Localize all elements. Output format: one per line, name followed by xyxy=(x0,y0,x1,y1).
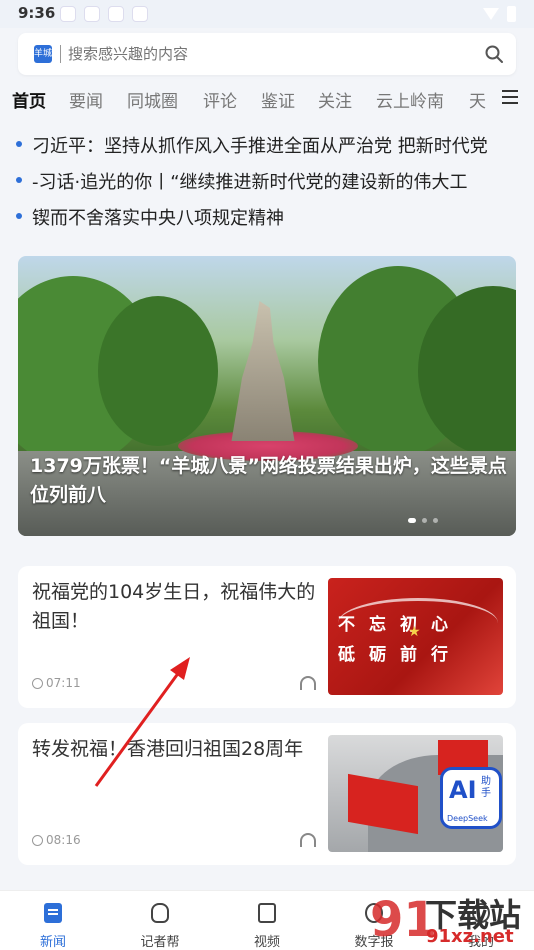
tab-news[interactable]: 要闻 xyxy=(69,87,103,112)
channel-tabs: 首页 要闻 同城圈 评论 鉴证 关注 云上岭南 天 xyxy=(0,82,534,116)
tab-lingnan[interactable]: 云上岭南 xyxy=(376,87,444,112)
tab-more-partial[interactable]: 天 xyxy=(469,87,486,112)
thumb-text: 不忘初心 xyxy=(338,615,462,635)
menu-icon[interactable] xyxy=(502,90,518,106)
site-watermark: 91 下载站 91xz.net xyxy=(370,892,522,948)
news-time: 07:11 xyxy=(32,676,81,690)
search-bar[interactable]: 羊城 xyxy=(18,33,516,75)
wifi-icon xyxy=(483,8,499,20)
clock-icon xyxy=(32,677,43,689)
headphone-icon[interactable] xyxy=(300,833,316,847)
headphone-icon[interactable] xyxy=(300,676,316,690)
headline-item[interactable]: 刁近平：坚持从抓作风入手推进全面从严治党 把新时代党 xyxy=(0,128,520,164)
banner-carousel[interactable]: 1379万张票！“羊城八景”网络投票结果出炉，这些景点位列前八 xyxy=(18,256,516,536)
news-thumbnail: AI 助手 DeepSeek xyxy=(328,735,503,852)
tab-follow[interactable]: 关注 xyxy=(318,87,352,112)
bullet-icon xyxy=(16,213,22,219)
news-title: 祝福党的104岁生日，祝福伟大的祖国！ xyxy=(32,581,316,632)
tab-city-circle[interactable]: 同城圈 xyxy=(127,87,178,112)
bullet-icon xyxy=(16,177,22,183)
app-notification-icon xyxy=(60,6,76,22)
app-logo-icon: 羊城 xyxy=(34,45,52,63)
app-notification-icon xyxy=(132,6,148,22)
headline-text: -习话·追光的你丨“继续推进新时代党的建设新的伟大工 xyxy=(32,172,468,193)
nav-news[interactable]: 新闻 xyxy=(8,891,98,950)
status-bar: 9:36 xyxy=(0,0,534,28)
notification-icons xyxy=(60,6,148,22)
news-time: 08:16 xyxy=(32,833,81,847)
headline-text: 刁近平：坚持从抓作风入手推进全面从严治党 把新时代党 xyxy=(32,136,488,157)
headline-item[interactable]: 锲而不舍落实中央八项规定精神 xyxy=(0,200,520,236)
nav-reporter-help[interactable]: 记者帮 xyxy=(115,891,205,950)
thumb-text: 砥砺前行 xyxy=(338,645,462,665)
tab-home[interactable]: 首页 xyxy=(12,87,46,112)
ai-assistant-button[interactable]: AI 助手 DeepSeek xyxy=(440,767,502,829)
tab-verify[interactable]: 鉴证 xyxy=(261,87,295,112)
search-icon[interactable] xyxy=(484,44,504,64)
news-thumbnail: 不忘初心 ★ 砥砺前行 xyxy=(328,578,503,695)
app-notification-icon xyxy=(108,6,124,22)
status-time: 9:36 xyxy=(18,4,56,22)
bullet-icon xyxy=(16,141,22,147)
star-icon: ★ xyxy=(408,624,421,640)
news-card[interactable]: 转发祝福！香港回归祖国28周年 08:16 AI 助手 DeepSeek xyxy=(18,723,516,865)
carousel-indicator xyxy=(408,518,438,523)
battery-icon xyxy=(507,6,516,22)
clock-icon xyxy=(32,834,43,846)
headline-list: 刁近平：坚持从抓作风入手推进全面从严治党 把新时代党 -习话·追光的你丨“继续推… xyxy=(0,128,534,236)
search-input[interactable] xyxy=(68,41,468,67)
tab-comment[interactable]: 评论 xyxy=(203,87,237,112)
app-notification-icon xyxy=(84,6,100,22)
banner-caption: 1379万张票！“羊城八景”网络投票结果出炉，这些景点位列前八 xyxy=(30,455,507,506)
nav-video[interactable]: 视频 xyxy=(222,891,312,950)
headline-item[interactable]: -习话·追光的你丨“继续推进新时代党的建设新的伟大工 xyxy=(0,164,520,200)
video-icon xyxy=(258,903,276,923)
search-divider xyxy=(60,45,61,63)
hand-icon xyxy=(151,903,169,923)
news-title: 转发祝福！香港回归祖国28周年 xyxy=(32,738,304,760)
news-card[interactable]: 祝福党的104岁生日，祝福伟大的祖国！ 07:11 不忘初心 ★ 砥砺前行 xyxy=(18,566,516,708)
news-icon xyxy=(44,903,62,923)
headline-text: 锲而不舍落实中央八项规定精神 xyxy=(32,208,284,229)
